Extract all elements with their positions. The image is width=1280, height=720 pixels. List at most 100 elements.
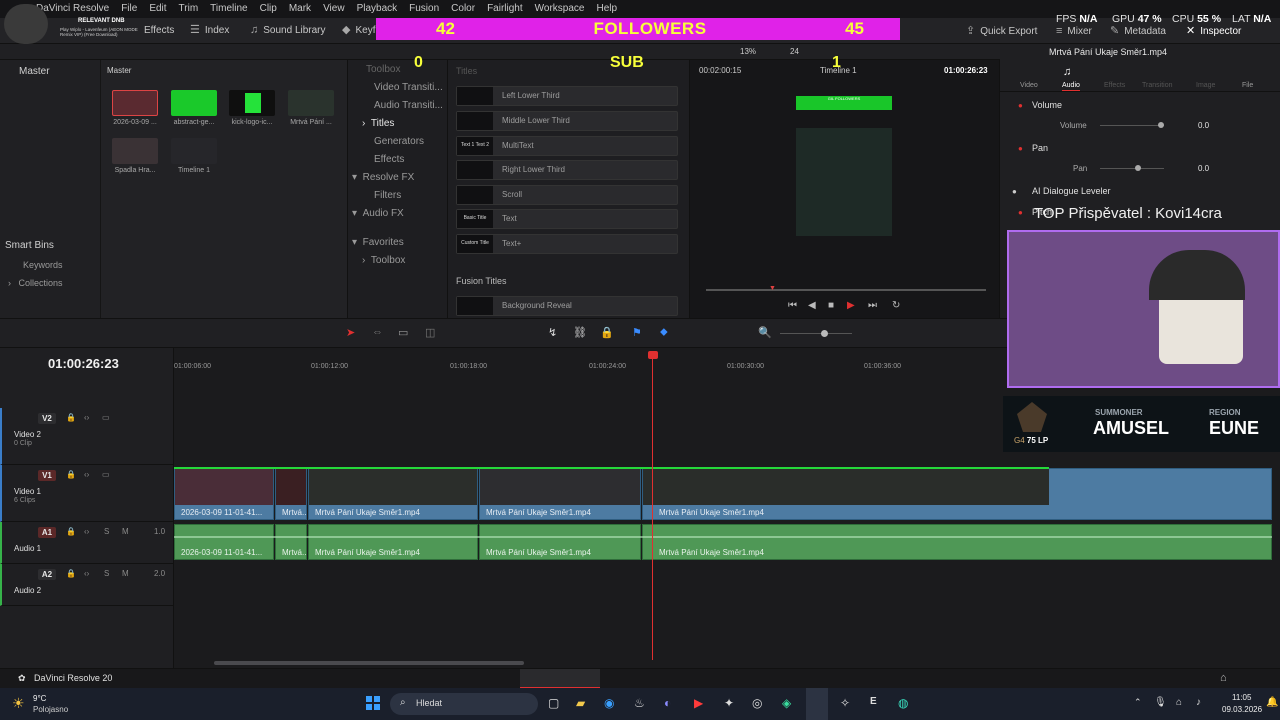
quick-export-button[interactable]: ⇪ Quick Export	[966, 26, 1037, 38]
clock-date[interactable]: 09.03.2026	[1222, 705, 1262, 714]
windows-start-icon[interactable]	[366, 696, 380, 710]
home-icon[interactable]: ⌂	[1220, 672, 1227, 684]
play-reverse-icon[interactable]: ◀	[808, 300, 816, 311]
clip-thumb-3[interactable]	[229, 90, 275, 116]
stop-icon[interactable]: ■	[828, 300, 834, 311]
taskbar-search[interactable]: ⌕ Hledat	[390, 693, 538, 715]
edge-icon[interactable]: ◉	[604, 696, 614, 710]
tab-image[interactable]: Image	[1196, 82, 1215, 89]
master-bin[interactable]: Master	[19, 66, 50, 77]
dialogue-leveler-dot[interactable]: ●	[1012, 187, 1017, 196]
menu-help[interactable]: Help	[596, 3, 617, 14]
menu-fusion[interactable]: Fusion	[409, 3, 439, 14]
audio-transitions-item[interactable]: Audio Transiti...	[374, 100, 443, 111]
selection-tool-icon[interactable]: ➤	[346, 326, 355, 339]
playhead-handle[interactable]	[648, 351, 658, 359]
volume-enable-dot[interactable]: ●	[1018, 101, 1023, 110]
menu-file[interactable]: File	[121, 3, 137, 14]
title-text-plus[interactable]: Custom Title Text+	[456, 234, 678, 254]
track-enable-icon[interactable]: ▭	[102, 470, 110, 479]
loop-icon[interactable]: ↻	[892, 300, 900, 311]
pitch-enable-dot[interactable]: ●	[1018, 208, 1023, 217]
blade-tool-icon[interactable]: ◫	[425, 326, 435, 339]
filters-item[interactable]: Filters	[374, 190, 401, 201]
linked-selection-icon[interactable]: ⛓	[573, 326, 587, 339]
epic-games-icon[interactable]: E	[870, 696, 877, 707]
auto-select-icon[interactable]: ‹›	[84, 413, 89, 422]
app-icon[interactable]: ◈	[782, 696, 791, 710]
resolve-fx-item[interactable]: ▾ Resolve FX	[352, 172, 414, 183]
title-middle-lower-third[interactable]: Middle Lower Third	[456, 111, 678, 131]
title-right-lower-third[interactable]: Right Lower Third	[456, 160, 678, 180]
clip-thumb-5[interactable]	[112, 138, 158, 164]
track-a1[interactable]: A1 🔒 ‹› S M 1.0 Audio 1	[0, 522, 174, 564]
audio-fx-item[interactable]: ▾ Audio FX	[352, 208, 404, 219]
video-clip[interactable]: 2026-03-09 11-01-41...	[174, 468, 274, 520]
video-clip[interactable]: Mrtvá Pání Ukaje Směr1.mp4	[479, 468, 641, 520]
title-text[interactable]: Basic Title Text	[456, 209, 678, 229]
playhead-marker[interactable]: ▼	[769, 285, 776, 292]
collections-bin[interactable]: › Collections	[8, 278, 63, 288]
audio-clip[interactable]: Mrtvá...	[275, 524, 307, 560]
auto-select-icon[interactable]: ‹›	[84, 527, 89, 536]
pan-enable-dot[interactable]: ●	[1018, 144, 1023, 153]
volume-slider-handle[interactable]	[1158, 122, 1164, 128]
mute-button[interactable]: M	[122, 569, 129, 578]
track-enable-icon[interactable]: ▭	[102, 413, 110, 422]
title-left-lower-third[interactable]: Left Lower Third	[456, 86, 678, 106]
video-transitions-item[interactable]: Video Transiti...	[374, 82, 443, 93]
auto-select-icon[interactable]: ‹›	[84, 569, 89, 578]
lock-icon[interactable]: 🔒	[66, 569, 76, 578]
menu-timeline[interactable]: Timeline	[210, 3, 247, 14]
video-clip[interactable]: Mrtvá Pání Ukaje Směr1.mp4	[308, 468, 478, 520]
viewer-scrubber[interactable]	[706, 289, 986, 291]
clip-thumb-1[interactable]	[112, 90, 158, 116]
lock-icon[interactable]: 🔒	[66, 470, 76, 479]
marker-icon[interactable]: ⬥	[660, 326, 668, 339]
youtube-icon[interactable]: ▶	[694, 696, 703, 710]
task-view-icon[interactable]: ▢	[548, 696, 559, 710]
app-icon[interactable]: ✦	[724, 696, 734, 710]
page-edit-tab[interactable]	[520, 669, 600, 689]
menu-view[interactable]: View	[323, 3, 345, 14]
play-icon[interactable]: ▶	[847, 300, 855, 311]
clip-thumb-4[interactable]	[288, 90, 334, 116]
index-toggle[interactable]: ☰ Index	[190, 25, 229, 37]
inspector-toggle[interactable]: ✕ Inspector	[1186, 26, 1241, 38]
menu-color[interactable]: Color	[451, 3, 475, 14]
tray-chevron-icon[interactable]: ⌃	[1134, 697, 1142, 708]
solo-button[interactable]: S	[104, 527, 109, 536]
title-multitext[interactable]: Text 1 Text 2 MultiText	[456, 136, 678, 156]
zoom-icon[interactable]: 🔍	[758, 326, 772, 339]
tab-video[interactable]: Video	[1020, 82, 1038, 89]
network-icon[interactable]: ⌂	[1176, 697, 1182, 708]
skip-forward-icon[interactable]: ⏭	[868, 300, 877, 311]
metadata-toggle[interactable]: ✎ Metadata	[1110, 26, 1166, 38]
title-scroll[interactable]: Scroll	[456, 185, 678, 205]
titles-item[interactable]: › Titles	[362, 118, 394, 129]
file-explorer-icon[interactable]: ▰	[576, 696, 585, 710]
pan-slider[interactable]	[1100, 168, 1164, 169]
pan-value[interactable]: 0.0	[1198, 164, 1209, 173]
audio-clip[interactable]: Mrtvá Pání Ukaje Směr1.mp4	[479, 524, 641, 560]
effects-item[interactable]: Effects	[374, 154, 404, 165]
menu-app[interactable]: DaVinci Resolve	[36, 3, 109, 14]
menu-fairlight[interactable]: Fairlight	[487, 3, 523, 14]
sound-library-toggle[interactable]: ♫ Sound Library	[250, 25, 326, 37]
timeline-scrollbar[interactable]	[214, 661, 524, 665]
clock-time[interactable]: 11:05	[1232, 693, 1251, 702]
snapping-icon[interactable]: ↯	[548, 326, 557, 339]
app-icon[interactable]: ✧	[840, 696, 850, 710]
discord-icon[interactable]: ◐	[664, 696, 671, 710]
favorites-toolbox-item[interactable]: › Toolbox	[362, 255, 405, 266]
mixer-toggle[interactable]: ≡ Mixer	[1056, 26, 1092, 38]
tab-effects[interactable]: Effects	[1104, 82, 1125, 89]
lock-icon[interactable]: 🔒	[66, 413, 76, 422]
trim-tool-icon[interactable]: ⇔	[372, 326, 383, 338]
tab-file[interactable]: File	[1242, 82, 1253, 89]
solo-button[interactable]: S	[104, 569, 109, 578]
zoom-slider-handle[interactable]	[821, 330, 828, 337]
video-clip[interactable]: Mrtvá Pání Ukaje Směr1.mp4	[642, 468, 1272, 520]
fusion-title-background-reveal[interactable]: Background Reveal	[456, 296, 678, 316]
notification-icon[interactable]: 🔔	[1266, 697, 1278, 708]
